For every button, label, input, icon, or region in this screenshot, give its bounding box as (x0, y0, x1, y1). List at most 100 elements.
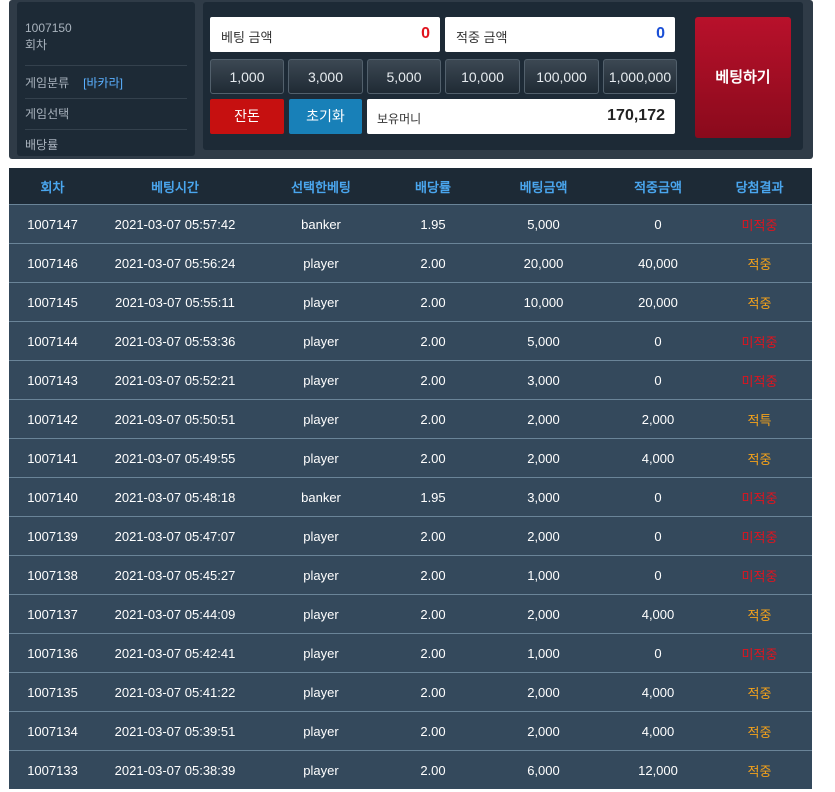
cell-round: 1007142 (9, 399, 96, 439)
chip-button-10000[interactable]: 10,000 (445, 59, 520, 94)
table-row: 1007144 2021-03-07 05:53:36 player 2.00 5,00… (9, 321, 812, 361)
chip-button-3000[interactable]: 3,000 (288, 59, 363, 94)
cell-win-amount: 0 (609, 477, 707, 517)
header-odds: 배당률 (388, 168, 478, 205)
cell-selected-bet: banker (254, 477, 388, 517)
cell-selected-bet: player (254, 516, 388, 556)
cell-result: 미적중 (707, 555, 812, 595)
table-row: 1007137 2021-03-07 05:44:09 player 2.00 2,00… (9, 594, 812, 634)
cell-bet-amount: 5,000 (478, 321, 609, 361)
round-label: 회차 (25, 38, 48, 52)
cell-win-amount: 20,000 (609, 282, 707, 322)
cell-result: 적중 (707, 750, 812, 789)
cell-odds: 2.00 (388, 555, 478, 595)
cell-round: 1007139 (9, 516, 96, 556)
odds-row: 배당률 (25, 130, 187, 158)
cell-odds: 2.00 (388, 672, 478, 712)
cell-bet-time: 2021-03-07 05:41:22 (96, 672, 254, 712)
cell-result: 적중 (707, 711, 812, 751)
cell-odds: 2.00 (388, 633, 478, 673)
table-row: 1007147 2021-03-07 05:57:42 banker 1.95 5,00… (9, 204, 812, 244)
cell-bet-time: 2021-03-07 05:49:55 (96, 438, 254, 478)
cell-round: 1007134 (9, 711, 96, 751)
table-row: 1007133 2021-03-07 05:38:39 player 2.00 6,00… (9, 750, 812, 789)
cell-bet-amount: 2,000 (478, 672, 609, 712)
cell-win-amount: 0 (609, 360, 707, 400)
header-bet-amount: 베팅금액 (478, 168, 609, 205)
cell-bet-time: 2021-03-07 05:47:07 (96, 516, 254, 556)
cell-round: 1007147 (9, 204, 96, 244)
chip-button-100000[interactable]: 100,000 (524, 59, 599, 94)
table-row: 1007145 2021-03-07 05:55:11 player 2.00 10,0… (9, 282, 812, 322)
table-row: 1007143 2021-03-07 05:52:21 player 2.00 3,00… (9, 360, 812, 400)
cell-odds: 2.00 (388, 516, 478, 556)
cell-win-amount: 2,000 (609, 399, 707, 439)
cell-round: 1007133 (9, 750, 96, 789)
balance-field: 보유머니 170,172 (367, 99, 675, 134)
cell-odds: 2.00 (388, 438, 478, 478)
cell-round: 1007144 (9, 321, 96, 361)
win-amount-field: 적중 금액 0 (445, 17, 675, 52)
table-row: 1007134 2021-03-07 05:39:51 player 2.00 2,00… (9, 711, 812, 751)
cell-result: 미적중 (707, 633, 812, 673)
cell-result: 미적중 (707, 516, 812, 556)
reset-button[interactable]: 초기화 (289, 99, 362, 134)
cell-odds: 2.00 (388, 360, 478, 400)
odds-label: 배당률 (25, 138, 59, 152)
cell-win-amount: 0 (609, 516, 707, 556)
cell-odds: 2.00 (388, 711, 478, 751)
cell-win-amount: 40,000 (609, 243, 707, 283)
cell-bet-amount: 1,000 (478, 633, 609, 673)
table-row: 1007135 2021-03-07 05:41:22 player 2.00 2,00… (9, 672, 812, 712)
header-round: 회차 (9, 168, 96, 205)
cell-selected-bet: banker (254, 204, 388, 244)
cell-result: 적중 (707, 594, 812, 634)
header-result: 당첨결과 (707, 168, 812, 205)
bet-history-table: 회차 베팅시간 선택한베팅 배당률 베팅금액 적중금액 당첨결과 1007147… (9, 168, 812, 789)
bet-amount-field[interactable]: 베팅 금액 0 (210, 17, 440, 52)
cell-result: 적특 (707, 399, 812, 439)
cell-bet-time: 2021-03-07 05:39:51 (96, 711, 254, 751)
chip-button-1000[interactable]: 1,000 (210, 59, 284, 94)
table-row: 1007136 2021-03-07 05:42:41 player 2.00 1,00… (9, 633, 812, 673)
cell-bet-time: 2021-03-07 05:42:41 (96, 633, 254, 673)
cell-round: 1007143 (9, 360, 96, 400)
cell-bet-time: 2021-03-07 05:45:27 (96, 555, 254, 595)
cell-round: 1007137 (9, 594, 96, 634)
cell-win-amount: 4,000 (609, 672, 707, 712)
cell-odds: 1.95 (388, 204, 478, 244)
cell-selected-bet: player (254, 750, 388, 789)
game-info-box: 1007150 회차 게임분류 [바카라] 게임선택 배당률 (17, 2, 195, 156)
cell-round: 1007141 (9, 438, 96, 478)
table-row: 1007142 2021-03-07 05:50:51 player 2.00 2,00… (9, 399, 812, 439)
cell-result: 적중 (707, 282, 812, 322)
cell-result: 미적중 (707, 477, 812, 517)
round-info: 1007150 회차 (25, 16, 187, 66)
cell-result: 미적중 (707, 204, 812, 244)
table-row: 1007140 2021-03-07 05:48:18 banker 1.95 3,00… (9, 477, 812, 517)
cell-win-amount: 0 (609, 633, 707, 673)
cell-bet-time: 2021-03-07 05:38:39 (96, 750, 254, 789)
chip-button-5000[interactable]: 5,000 (367, 59, 441, 94)
bet-amount-label: 베팅 금액 (221, 30, 273, 45)
cell-win-amount: 4,000 (609, 594, 707, 634)
cell-bet-time: 2021-03-07 05:52:21 (96, 360, 254, 400)
cell-round: 1007136 (9, 633, 96, 673)
change-button[interactable]: 잔돈 (210, 99, 284, 134)
cell-odds: 2.00 (388, 282, 478, 322)
cell-selected-bet: player (254, 282, 388, 322)
place-bet-button[interactable]: 베팅하기 (695, 17, 791, 138)
game-type-label: 게임분류 (25, 76, 70, 90)
game-select-row: 게임선택 (25, 99, 187, 130)
game-type-row: 게임분류 [바카라] (25, 68, 187, 99)
cell-round: 1007140 (9, 477, 96, 517)
win-amount-value: 0 (656, 25, 665, 42)
cell-bet-amount: 2,000 (478, 438, 609, 478)
cell-odds: 2.00 (388, 399, 478, 439)
cell-bet-time: 2021-03-07 05:44:09 (96, 594, 254, 634)
cell-bet-amount: 20,000 (478, 243, 609, 283)
cell-bet-amount: 6,000 (478, 750, 609, 789)
header-selected-bet: 선택한베팅 (254, 168, 388, 205)
cell-odds: 2.00 (388, 750, 478, 789)
chip-button-1000000[interactable]: 1,000,000 (603, 59, 677, 94)
